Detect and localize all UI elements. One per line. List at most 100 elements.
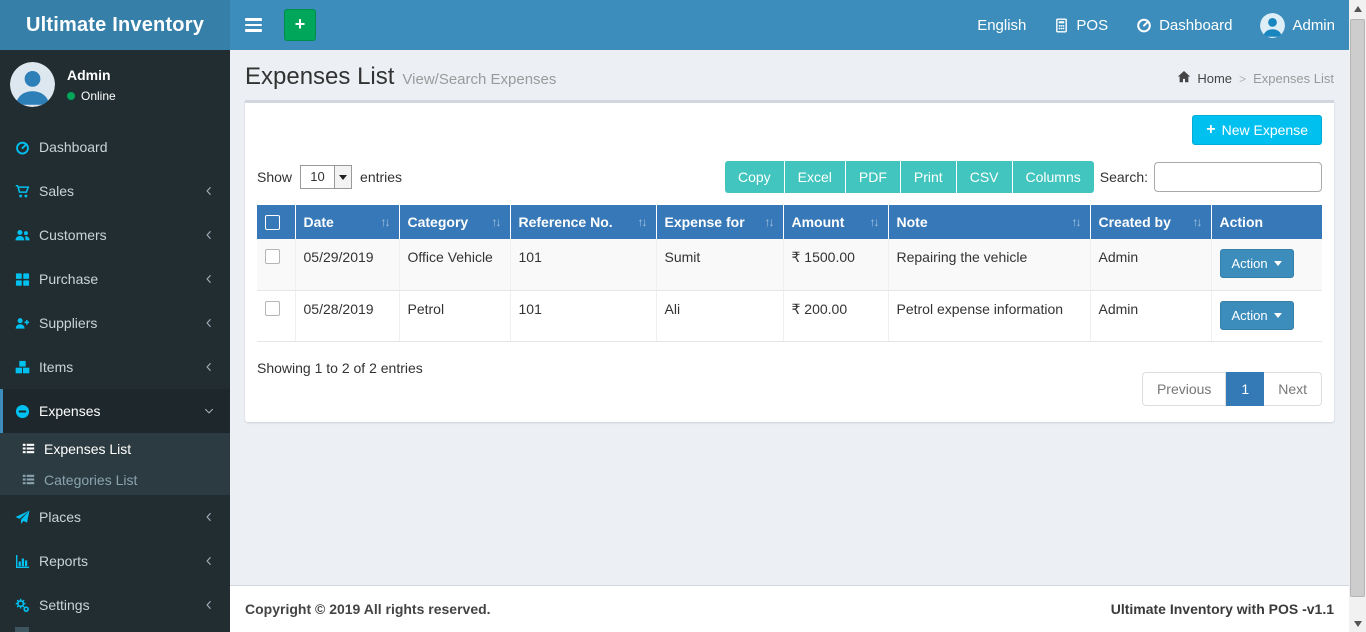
sidebar-item-suppliers[interactable]: Suppliers (0, 301, 230, 345)
column-header-expense-for[interactable]: Expense for ↑↓ (656, 205, 784, 239)
select-all-checkbox[interactable] (265, 214, 280, 230)
chevron-left-icon (203, 185, 215, 197)
row-action-button[interactable]: Action (1219, 249, 1294, 278)
bar-chart-icon (15, 554, 39, 569)
user-menu[interactable]: Admin (1246, 0, 1349, 50)
column-header-date[interactable]: Date ↑↓ (295, 205, 400, 239)
sidebar-item-dashboard[interactable]: Dashboard (0, 125, 230, 169)
sort-icon: ↑↓ (764, 215, 775, 229)
sidebar-user-name: Admin (67, 66, 111, 83)
sidebar-item-customers[interactable]: Customers (0, 213, 230, 257)
column-header-reference[interactable]: Reference No. ↑↓ (510, 205, 657, 239)
scroll-down-button[interactable] (1349, 615, 1366, 632)
chevron-down-icon (203, 405, 215, 417)
table-row: 05/28/2019 Petrol 101 Ali ₹ 200.00 Petro… (257, 290, 1322, 342)
home-icon (1177, 70, 1191, 87)
cell-date: 05/29/2019 (295, 239, 400, 291)
scroll-up-button[interactable] (1349, 0, 1366, 17)
user-avatar-icon (10, 62, 55, 107)
sidebar-item-settings[interactable]: Settings (0, 583, 230, 627)
chevron-left-icon (203, 317, 215, 329)
online-dot-icon (67, 91, 75, 100)
footer-version: Ultimate Inventory with POS -v1.1 (1110, 601, 1334, 617)
column-header-created-by[interactable]: Created by ↑↓ (1090, 205, 1212, 239)
column-header-amount[interactable]: Amount ↑↓ (783, 205, 889, 239)
new-expense-button[interactable]: + New Expense (1192, 115, 1322, 145)
sidebar-item-places[interactable]: Places (0, 495, 230, 539)
user-plus-icon (15, 316, 39, 331)
hamburger-icon (244, 18, 262, 32)
top-navbar: + English POS Dashboard Admin (230, 0, 1349, 50)
list-icon (22, 473, 35, 486)
quick-add-button[interactable]: + (284, 9, 316, 41)
breadcrumb-separator: > (1239, 71, 1247, 86)
select-dropdown-button[interactable] (334, 166, 352, 188)
sidebar-user-status: Online (67, 89, 116, 103)
export-button-group: Copy Excel PDF Print CSV Columns (724, 161, 1094, 193)
cell-reference: 101 (510, 239, 657, 291)
sidebar-item-sales[interactable]: Sales (0, 169, 230, 213)
vertical-scrollbar[interactable] (1349, 0, 1366, 632)
sidebar-user-panel: Admin Online (0, 50, 230, 121)
caret-down-icon (1273, 261, 1282, 266)
pos-link[interactable]: POS (1040, 0, 1122, 50)
brand-logo[interactable]: Ultimate Inventory (0, 0, 230, 50)
scrollbar-thumb[interactable] (1350, 19, 1365, 597)
sidebar-item-purchase[interactable]: Purchase (0, 257, 230, 301)
sidebar-item-items[interactable]: Items (0, 345, 230, 389)
row-checkbox[interactable] (265, 300, 280, 316)
calculator-icon (1054, 18, 1069, 33)
sort-icon: ↑↓ (491, 215, 502, 229)
sidebar-item-expenses[interactable]: Expenses (0, 389, 230, 433)
pos-label: POS (1076, 16, 1109, 34)
csv-button[interactable]: CSV (956, 161, 1013, 193)
chevron-left-icon (203, 229, 215, 241)
main-area: Expenses List View/Search Expenses Home … (230, 50, 1349, 632)
column-header-note[interactable]: Note ↑↓ (888, 205, 1091, 239)
cell-created-by: Admin (1090, 239, 1212, 291)
sidebar-item-expenses-list[interactable]: Expenses List (0, 433, 230, 464)
cell-note: Repairing the vehicle (888, 239, 1091, 291)
excel-button[interactable]: Excel (784, 161, 846, 193)
cart-icon (15, 184, 39, 199)
sidebar-item-partial (0, 627, 230, 632)
pdf-button[interactable]: PDF (845, 161, 901, 193)
entries-select[interactable]: 10 (300, 165, 353, 189)
search-input[interactable] (1154, 162, 1322, 192)
chevron-left-icon (203, 361, 215, 373)
sidebar-menu: Dashboard Sales Customers Purchase Suppl… (0, 125, 230, 632)
entries-summary: Showing 1 to 2 of 2 entries (257, 359, 423, 376)
row-checkbox[interactable] (265, 249, 280, 264)
language-menu[interactable]: English (963, 0, 1040, 50)
footer: Copyright © 2019 All rights reserved. Ul… (230, 585, 1349, 632)
users-icon (15, 228, 39, 243)
row-action-button[interactable]: Action (1219, 300, 1294, 330)
footer-copyright: Copyright © 2019 All rights reserved. (245, 601, 491, 617)
page-subtitle: View/Search Expenses (402, 71, 557, 88)
dashboard-link[interactable]: Dashboard (1122, 0, 1246, 50)
pagination-next[interactable]: Next (1264, 371, 1322, 406)
plus-icon: + (1206, 121, 1216, 138)
sort-icon: ↑↓ (380, 215, 391, 229)
sidebar-item-reports[interactable]: Reports (0, 539, 230, 583)
entries-label: entries (360, 169, 403, 185)
expenses-box: + New Expense Show 10 entries Copy Excel… (245, 100, 1334, 422)
copy-button[interactable]: Copy (724, 161, 785, 193)
caret-down-icon (1273, 312, 1282, 318)
search-label: Search: (1099, 169, 1148, 185)
gears-icon (15, 598, 39, 613)
breadcrumb-home-link[interactable]: Home (1177, 70, 1232, 87)
expenses-table: Date ↑↓ Category ↑↓ Reference No. ↑↓ Expens… (257, 205, 1322, 342)
column-header-category[interactable]: Category ↑↓ (399, 205, 511, 239)
avatar-icon (1260, 12, 1286, 38)
print-button[interactable]: Print (900, 161, 957, 193)
sort-icon: ↑↓ (1071, 215, 1082, 229)
caret-down-icon (339, 174, 348, 180)
sidebar-item-categories-list[interactable]: Categories List (0, 464, 230, 495)
gauge-icon (1136, 17, 1152, 33)
pagination-page-1[interactable]: 1 (1226, 371, 1265, 406)
pagination-previous[interactable]: Previous (1141, 371, 1227, 406)
columns-button[interactable]: Columns (1012, 161, 1094, 193)
cell-category: Petrol (399, 290, 511, 342)
sidebar-toggle-button[interactable] (230, 0, 276, 50)
